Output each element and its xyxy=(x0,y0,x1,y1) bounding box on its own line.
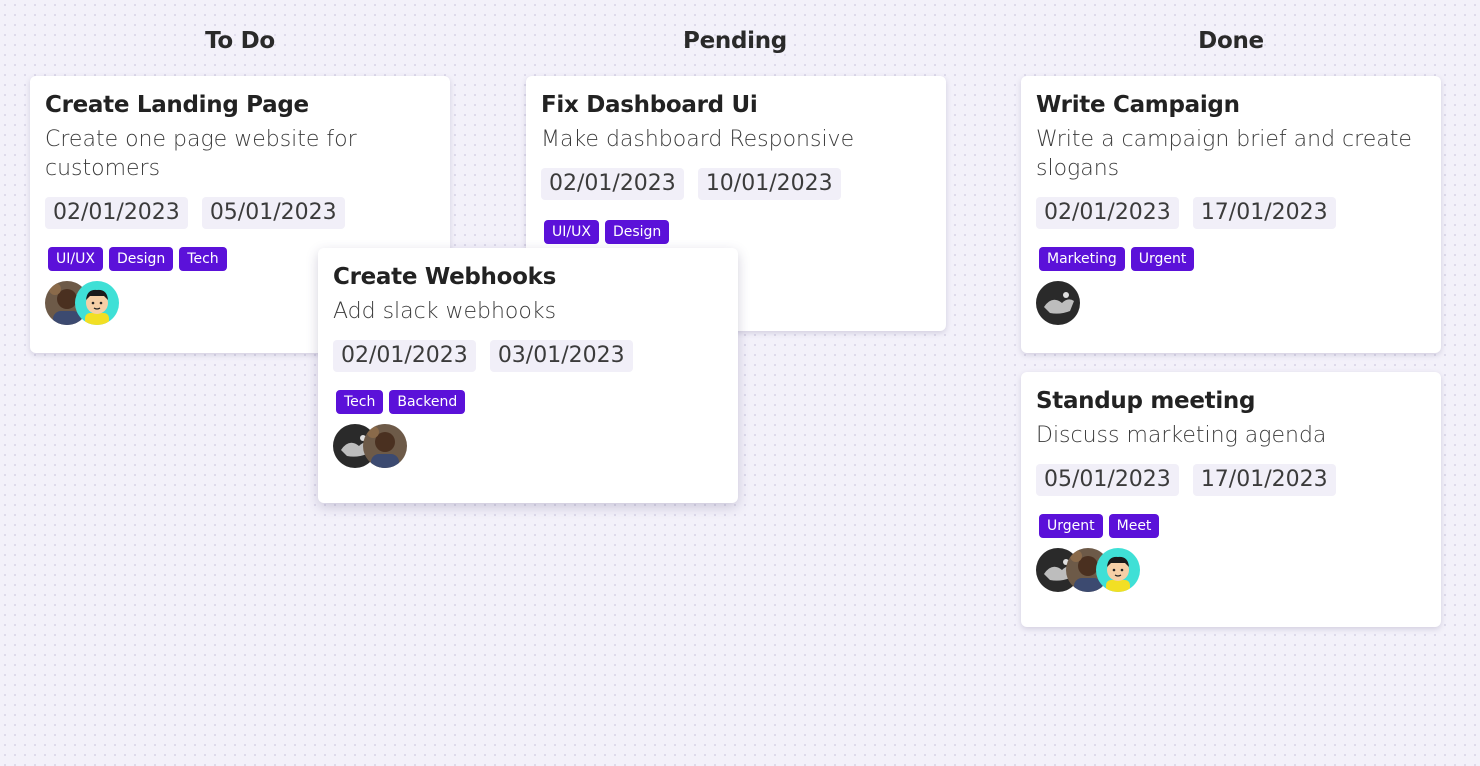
column-title-done: Done xyxy=(1198,28,1264,54)
card-description: Make dashboard Responsive xyxy=(541,127,855,152)
cartoon-avatar-icon xyxy=(75,281,119,325)
start-date: 02/01/2023 xyxy=(541,168,684,200)
tag-badge: Marketing xyxy=(1039,247,1125,271)
tag-badge: Tech xyxy=(179,247,227,271)
start-date: 02/01/2023 xyxy=(45,197,188,229)
card-title: Fix Dashboard Ui xyxy=(541,92,758,118)
tag-badge: Urgent xyxy=(1039,514,1103,538)
task-card-create-webhooks-dragging[interactable]: Create Webhooks Add slack webhooks 02/01… xyxy=(318,248,738,503)
column-title-pending: Pending xyxy=(683,28,787,54)
tag-badge: UI/UX xyxy=(48,247,103,271)
card-description: Discuss marketing agenda xyxy=(1036,423,1327,448)
cartoon-avatar-icon xyxy=(1096,548,1140,592)
due-date: 17/01/2023 xyxy=(1192,464,1336,496)
tag-badge: Meet xyxy=(1108,514,1160,538)
due-date: 03/01/2023 xyxy=(489,340,633,372)
tag-badge: Design xyxy=(108,247,174,271)
start-date: 05/01/2023 xyxy=(1036,464,1179,496)
dark-avatar-icon xyxy=(1036,281,1080,325)
due-date: 05/01/2023 xyxy=(201,197,345,229)
due-date: 10/01/2023 xyxy=(697,168,841,200)
tag-badge: UI/UX xyxy=(544,220,599,244)
card-description: Write a campaign brief and create slogan… xyxy=(1036,127,1412,181)
card-title: Create Webhooks xyxy=(333,264,557,290)
column-title-todo: To Do xyxy=(205,28,275,54)
tag-badge: Tech xyxy=(336,390,384,414)
card-description: Create one page website for customers xyxy=(45,127,357,181)
start-date: 02/01/2023 xyxy=(1036,197,1179,229)
tag-badge: Backend xyxy=(389,390,466,414)
start-date: 02/01/2023 xyxy=(333,340,476,372)
card-description: Add slack webhooks xyxy=(333,299,557,324)
due-date: 17/01/2023 xyxy=(1192,197,1336,229)
card-title: Standup meeting xyxy=(1036,388,1256,414)
photo-avatar-icon xyxy=(363,424,407,468)
task-card-standup-meeting[interactable]: Standup meeting Discuss marketing agenda… xyxy=(1021,372,1441,627)
card-title: Write Campaign xyxy=(1036,92,1240,118)
card-title: Create Landing Page xyxy=(45,92,309,118)
task-card-write-campaign[interactable]: Write Campaign Write a campaign brief an… xyxy=(1021,76,1441,353)
tag-badge: Urgent xyxy=(1130,247,1195,271)
tag-badge: Design xyxy=(604,220,670,244)
